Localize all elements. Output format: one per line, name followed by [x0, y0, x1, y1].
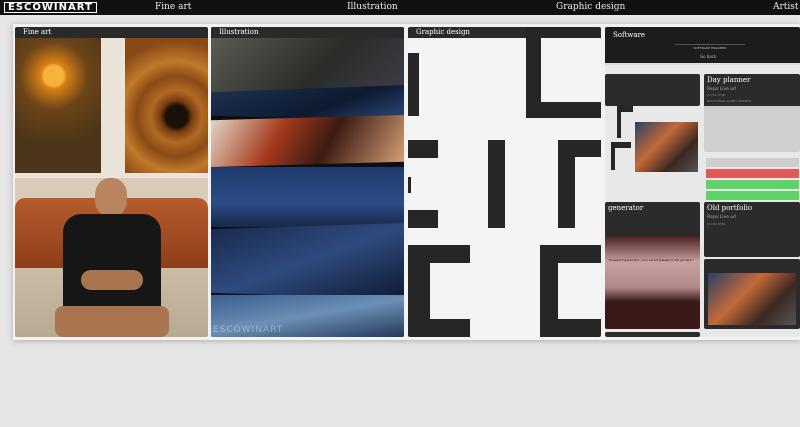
day-planner-tech: JS CSS HTML [707, 93, 726, 97]
old-portfolio-links[interactable]: Repo Live url [707, 215, 736, 220]
graphic-shape [611, 142, 615, 170]
graphic-shape [408, 177, 411, 193]
nav-illustration[interactable]: Illustration [347, 1, 398, 14]
day-planner-stack: BOOTSTRAP JQUERY MOMENT [707, 99, 752, 103]
day-planner-links[interactable]: Repo Live url [707, 87, 736, 92]
old-portfolio-title: Old portfolio [707, 204, 753, 212]
project-screenshot [635, 122, 698, 172]
panel-fine-art[interactable]: Fine art [15, 27, 208, 337]
comic-strip-5 [211, 223, 404, 299]
software-card-generator[interactable]: generator "Password generator, your secr… [605, 202, 700, 329]
software-card-project-preview[interactable] [605, 106, 700, 176]
graphic-shape-cutout [430, 263, 470, 319]
software-header: Software SOFTWARE ENGINEER Go back [605, 27, 800, 65]
illustration-watermark: ESCOWINART [213, 325, 284, 335]
comic-strip-3 [211, 115, 404, 167]
planner-row [706, 158, 799, 167]
site-logo[interactable]: ESCOWINART [4, 2, 97, 13]
panel-illustration[interactable]: Illustration ESCOWINART [211, 27, 404, 337]
artist-portrait-image [15, 178, 208, 337]
day-planner-title: Day planner [707, 76, 751, 84]
software-card-placeholder[interactable] [605, 74, 700, 106]
planner-row-future [706, 180, 799, 189]
generator-title: generator [608, 204, 644, 212]
software-card-day-planner[interactable]: Day planner JS CSS HTML BOOTSTRAP JQUERY… [704, 74, 800, 152]
panel-software[interactable]: Software SOFTWARE ENGINEER Go back gener… [605, 27, 800, 337]
software-subtitle: SOFTWARE ENGINEER [675, 44, 745, 50]
graphic-shape [617, 112, 621, 138]
planner-row-past [706, 169, 799, 178]
graphic-shape [408, 210, 438, 228]
panel-title-software: Software [613, 31, 646, 39]
artist-arms [81, 270, 143, 290]
artist-head [95, 178, 127, 216]
graphic-shape [526, 102, 601, 118]
graphic-shape [526, 27, 601, 38]
panel-title-graphic-design: Graphic design [408, 27, 526, 38]
graphic-shape [558, 140, 575, 228]
category-gallery: Fine art Illustration ESCOWINART Graphic… [13, 24, 800, 340]
artist-body [63, 214, 161, 314]
software-card-old-portfolio[interactable]: Old portfolio Repo Live url JS CSS HTML [704, 202, 800, 257]
nav-graphic-design[interactable]: Graphic design [556, 1, 625, 14]
fine-art-wall-image [15, 38, 208, 178]
nav-fine-art[interactable]: Fine art [155, 1, 191, 14]
old-portfolio-tech: JS CSS HTML [707, 222, 726, 226]
software-back-link[interactable]: Go back [700, 54, 716, 59]
old-portfolio-preview[interactable] [704, 259, 800, 329]
project-screenshot [708, 273, 796, 325]
artist-legs [55, 306, 169, 337]
comic-strip-4 [211, 167, 404, 227]
panel-title-fine-art: Fine art [15, 27, 208, 38]
panel-title-illustration: Illustration [211, 27, 404, 38]
panel-graphic-design[interactable]: Graphic design [408, 27, 601, 337]
graphic-shape [408, 140, 438, 158]
nav-artist[interactable]: Artist [773, 1, 799, 14]
software-card-placeholder[interactable] [605, 332, 700, 337]
generator-sample-text: "Password generator, your secret passwor… [608, 258, 694, 262]
top-nav-bar: ESCOWINART Fine art Illustration Graphic… [0, 0, 800, 15]
painting-dark-vortex [125, 38, 208, 173]
graphic-shape-cutout [558, 263, 601, 319]
graphic-shape [408, 53, 419, 116]
planner-row-future [706, 191, 799, 200]
graphic-shape [488, 140, 505, 228]
painting-orange-sun [15, 38, 101, 173]
